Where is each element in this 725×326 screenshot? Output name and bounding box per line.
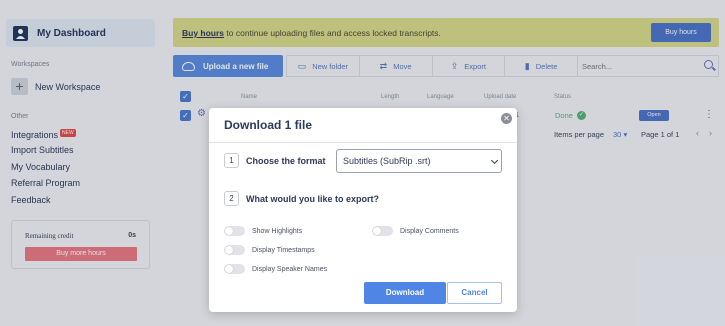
step-number: 2 bbox=[224, 191, 239, 206]
display-timestamps-option: Display Timestamps bbox=[224, 245, 315, 255]
chevron-down-icon bbox=[490, 156, 499, 165]
format-value: Subtitles (SubRip .srt) bbox=[343, 156, 431, 166]
display-speaker-names-toggle[interactable] bbox=[224, 264, 245, 274]
dialog-title: Download 1 file bbox=[224, 118, 313, 132]
display-comments-toggle[interactable] bbox=[372, 226, 393, 236]
step-number: 1 bbox=[224, 153, 239, 168]
download-dialog: Download 1 file ✕ 1 Choose the format Su… bbox=[209, 108, 517, 312]
option-label: Display Speaker Names bbox=[252, 265, 328, 273]
option-label: Display Timestamps bbox=[252, 246, 315, 254]
display-timestamps-toggle[interactable] bbox=[224, 245, 245, 255]
cancel-button[interactable]: Cancel bbox=[447, 282, 502, 304]
display-comments-option: Display Comments bbox=[372, 226, 459, 236]
step-label: Choose the format bbox=[246, 155, 326, 166]
display-speaker-names-option: Display Speaker Names bbox=[224, 264, 327, 274]
format-select[interactable]: Subtitles (SubRip .srt) bbox=[336, 149, 502, 173]
show-highlights-toggle[interactable] bbox=[224, 226, 245, 236]
option-label: Show Highlights bbox=[252, 227, 303, 235]
close-icon[interactable]: ✕ bbox=[501, 113, 512, 124]
step-choose-format: 1 Choose the format bbox=[224, 153, 326, 168]
step-export-options: 2 What would you like to export? bbox=[224, 191, 379, 206]
option-label: Display Comments bbox=[400, 227, 459, 235]
show-highlights-option: Show Highlights bbox=[224, 226, 302, 236]
divider bbox=[209, 142, 517, 143]
download-button[interactable]: Download bbox=[364, 282, 446, 304]
step-label: What would you like to export? bbox=[246, 193, 380, 204]
